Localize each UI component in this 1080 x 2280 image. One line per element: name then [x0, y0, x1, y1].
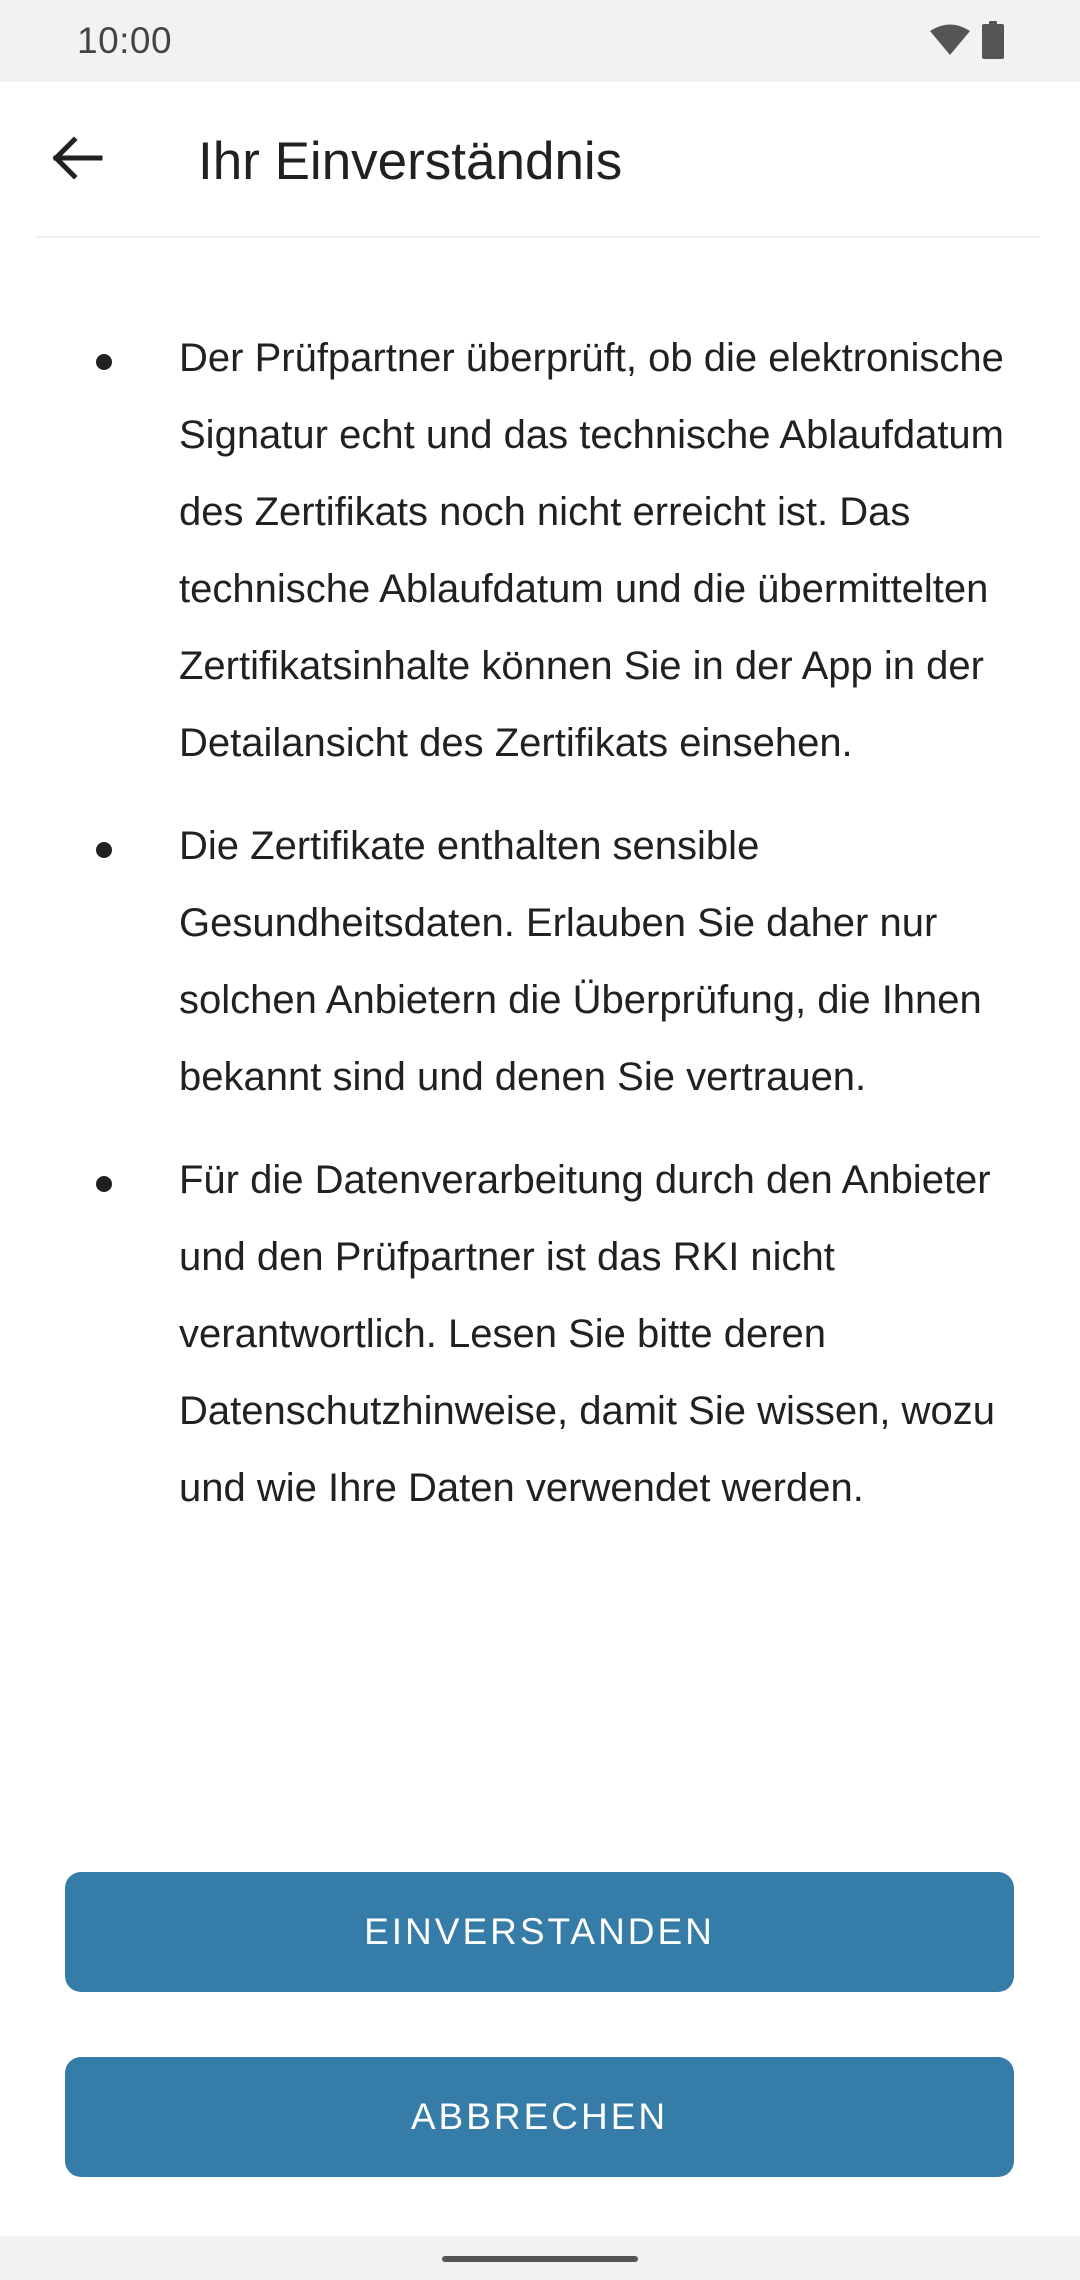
app-bar-divider [36, 236, 1040, 238]
status-time: 10:00 [77, 20, 173, 61]
bullet-icon [96, 1176, 112, 1192]
list-item: Die Zertifikate enthalten sensible Gesun… [0, 808, 1080, 1116]
back-button[interactable] [40, 128, 114, 192]
cancel-button[interactable]: ABBRECHEN [65, 2057, 1014, 2177]
bullet-text: Die Zertifikate enthalten sensible Gesun… [179, 824, 982, 1099]
bullet-icon [96, 842, 112, 858]
list-item: Der Prüfpartner überprüft, ob die elektr… [0, 320, 1080, 782]
page-title: Ihr Einverständnis [198, 132, 623, 191]
bullet-text: Der Prüfpartner überprüft, ob die elektr… [179, 336, 1004, 765]
bullet-icon [96, 354, 112, 370]
list-item: Für die Datenverarbeitung durch den Anbi… [0, 1142, 1080, 1527]
app-bar: Ihr Einverständnis [0, 82, 1080, 236]
status-bar: 10:00 [0, 0, 1080, 82]
home-gesture-handle[interactable] [442, 2256, 638, 2262]
arrow-back-icon [50, 135, 104, 185]
consent-content: Der Prüfpartner überprüft, ob die elektr… [0, 320, 1080, 1553]
bullet-text: Für die Datenverarbeitung durch den Anbi… [179, 1158, 995, 1510]
status-icons [930, 20, 1004, 64]
agree-button[interactable]: EINVERSTANDEN [65, 1872, 1014, 1992]
wifi-icon [930, 24, 970, 61]
battery-icon [982, 20, 1004, 64]
navigation-bar [0, 2236, 1080, 2280]
